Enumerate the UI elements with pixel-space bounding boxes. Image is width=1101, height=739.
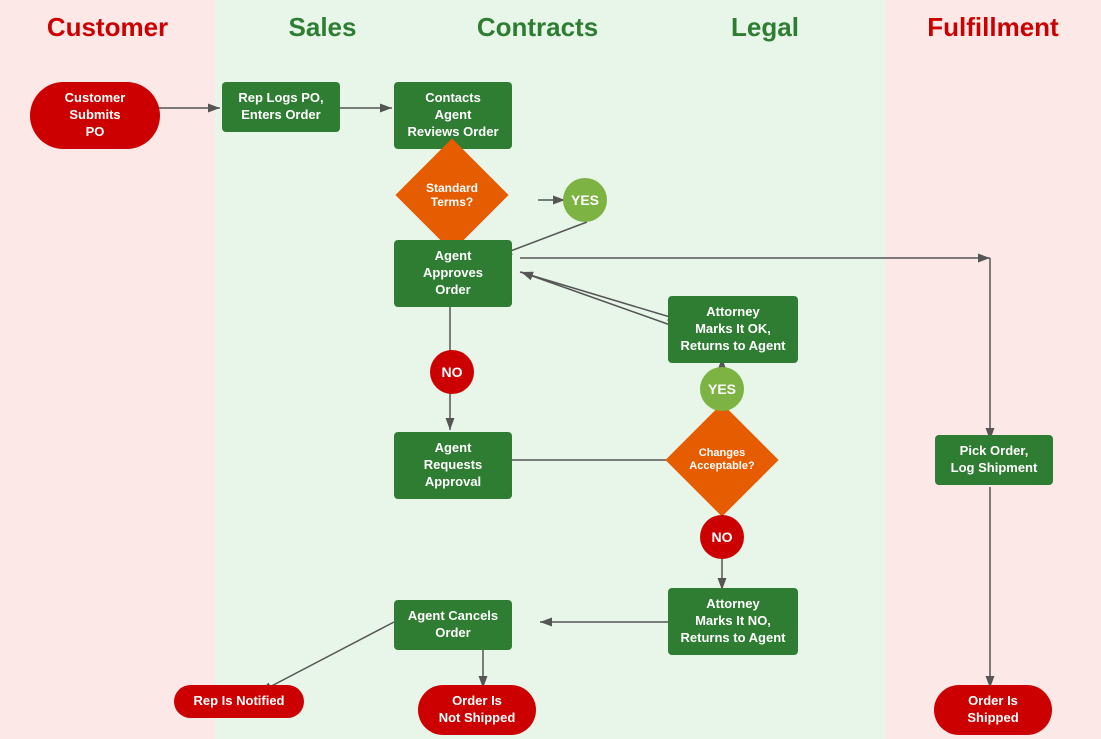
lane-customer-header: Customer: [0, 0, 215, 51]
rep-logs-po: Rep Logs PO,Enters Order: [222, 82, 340, 132]
diagram-container: Customer Sales Contracts Legal Fulfillme…: [0, 0, 1101, 739]
no-circle-2: NO: [700, 515, 744, 559]
standard-terms-diamond-wrapper: StandardTerms?: [412, 155, 492, 235]
attorney-ok: AttorneyMarks It OK,Returns to Agent: [668, 296, 798, 363]
lane-contracts-header: Contracts: [430, 0, 645, 51]
customer-submits-po: Customer SubmitsPO: [30, 82, 160, 149]
attorney-no: AttorneyMarks It NO,Returns to Agent: [668, 588, 798, 655]
order-not-shipped: Order IsNot Shipped: [418, 685, 536, 735]
standard-terms-label: StandardTerms?: [412, 155, 492, 235]
yes-circle-2: YES: [700, 367, 744, 411]
no-circle-1: NO: [430, 350, 474, 394]
changes-acceptable-label: ChangesAcceptable?: [682, 420, 762, 500]
agent-cancels: Agent CancelsOrder: [394, 600, 512, 650]
agent-approves: Agent ApprovesOrder: [394, 240, 512, 307]
lane-sales-header: Sales: [215, 0, 430, 51]
order-is-shipped: Order Is Shipped: [934, 685, 1052, 735]
yes-circle-1: YES: [563, 178, 607, 222]
agent-requests-approval: Agent RequestsApproval: [394, 432, 512, 499]
rep-is-notified: Rep Is Notified: [174, 685, 304, 718]
lane-legal-header: Legal: [645, 0, 885, 51]
lane-fulfillment: Fulfillment: [885, 0, 1101, 739]
lane-fulfillment-header: Fulfillment: [885, 0, 1101, 51]
pick-order: Pick Order,Log Shipment: [935, 435, 1053, 485]
changes-acceptable-wrapper: ChangesAcceptable?: [682, 420, 762, 500]
